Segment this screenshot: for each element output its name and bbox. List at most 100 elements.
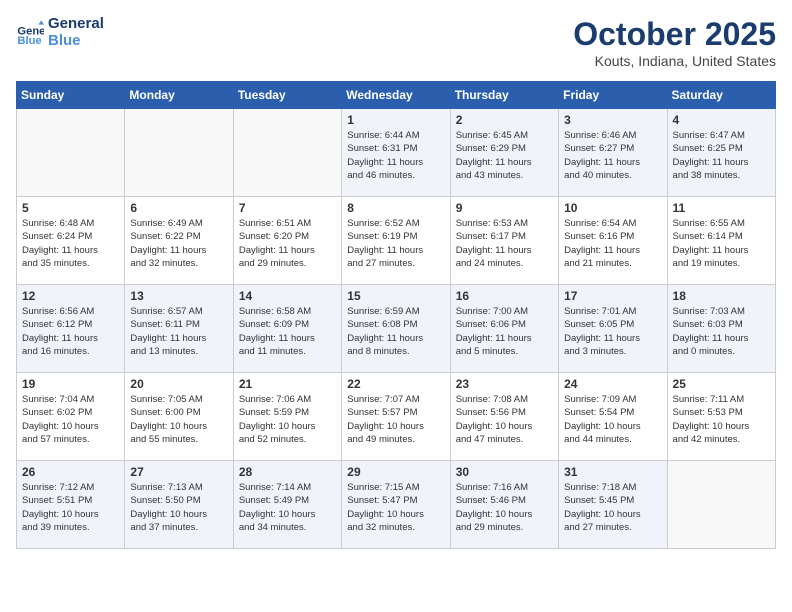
day-info: Sunrise: 7:09 AMSunset: 5:54 PMDaylight:…	[564, 393, 661, 446]
day-number: 26	[22, 465, 119, 479]
day-number: 7	[239, 201, 336, 215]
day-number: 19	[22, 377, 119, 391]
calendar-cell: 30 Sunrise: 7:16 AMSunset: 5:46 PMDayligh…	[450, 461, 558, 549]
calendar-cell: 1 Sunrise: 6:44 AMSunset: 6:31 PMDaylight…	[342, 109, 450, 197]
calendar-cell: 27Sunrise: 7:13 AMSunset: 5:50 PMDayligh…	[125, 461, 233, 549]
page-header: General Blue General Blue October 2025 K…	[16, 16, 776, 69]
day-info: Sunrise: 7:06 AMSunset: 5:59 PMDaylight:…	[239, 393, 336, 446]
logo-blue: Blue	[48, 33, 104, 50]
day-info: Sunrise: 6:59 AMSunset: 6:08 PMDaylight:…	[347, 305, 444, 358]
calendar-cell: 2 Sunrise: 6:45 AMSunset: 6:29 PMDaylight…	[450, 109, 558, 197]
calendar-cell: 17 Sunrise: 7:01 AMSunset: 6:05 PMDayligh…	[559, 285, 667, 373]
day-number: 27	[130, 465, 227, 479]
weekday-header-wednesday: Wednesday	[342, 82, 450, 109]
day-number: 9	[456, 201, 553, 215]
day-info: Sunrise: 7:03 AMSunset: 6:03 PMDaylight:…	[673, 305, 770, 358]
day-info: Sunrise: 6:48 AMSunset: 6:24 PMDaylight:…	[22, 217, 119, 270]
logo-icon: General Blue	[16, 19, 44, 47]
day-info: Sunrise: 6:51 AMSunset: 6:20 PMDaylight:…	[239, 217, 336, 270]
calendar-cell: 11Sunrise: 6:55 AMSunset: 6:14 PMDayligh…	[667, 197, 775, 285]
calendar-week-2: 5Sunrise: 6:48 AMSunset: 6:24 PMDaylight…	[17, 197, 776, 285]
day-info: Sunrise: 7:11 AMSunset: 5:53 PMDaylight:…	[673, 393, 770, 446]
day-info: Sunrise: 7:08 AMSunset: 5:56 PMDaylight:…	[456, 393, 553, 446]
day-number: 21	[239, 377, 336, 391]
day-number: 16	[456, 289, 553, 303]
day-number: 22	[347, 377, 444, 391]
day-info: Sunrise: 7:01 AMSunset: 6:05 PMDaylight:…	[564, 305, 661, 358]
day-number: 3	[564, 113, 661, 127]
title-block: October 2025 Kouts, Indiana, United Stat…	[573, 16, 776, 69]
day-number: 20	[130, 377, 227, 391]
calendar-week-5: 26 Sunrise: 7:12 AMSunset: 5:51 PMDayligh…	[17, 461, 776, 549]
calendar-cell	[125, 109, 233, 197]
calendar-cell: 13 Sunrise: 6:57 AMSunset: 6:11 PMDayligh…	[125, 285, 233, 373]
day-number: 31	[564, 465, 661, 479]
day-info: Sunrise: 7:14 AMSunset: 5:49 PMDaylight:…	[239, 481, 336, 534]
day-number: 2	[456, 113, 553, 127]
calendar-cell: 25 Sunrise: 7:11 AMSunset: 5:53 PMDayligh…	[667, 373, 775, 461]
logo: General Blue General Blue	[16, 16, 104, 49]
calendar-cell: 20Sunrise: 7:05 AMSunset: 6:00 PMDayligh…	[125, 373, 233, 461]
calendar-cell: 8 Sunrise: 6:52 AMSunset: 6:19 PMDaylight…	[342, 197, 450, 285]
day-number: 18	[673, 289, 770, 303]
day-number: 4	[673, 113, 770, 127]
day-number: 8	[347, 201, 444, 215]
day-info: Sunrise: 7:15 AMSunset: 5:47 PMDaylight:…	[347, 481, 444, 534]
calendar-cell: 19 Sunrise: 7:04 AMSunset: 6:02 PMDayligh…	[17, 373, 125, 461]
weekday-header-tuesday: Tuesday	[233, 82, 341, 109]
calendar-cell: 5Sunrise: 6:48 AMSunset: 6:24 PMDaylight…	[17, 197, 125, 285]
calendar-cell: 31 Sunrise: 7:18 AMSunset: 5:45 PMDayligh…	[559, 461, 667, 549]
calendar-cell: 16 Sunrise: 7:00 AMSunset: 6:06 PMDayligh…	[450, 285, 558, 373]
day-number: 23	[456, 377, 553, 391]
weekday-header-friday: Friday	[559, 82, 667, 109]
calendar-cell: 22 Sunrise: 7:07 AMSunset: 5:57 PMDayligh…	[342, 373, 450, 461]
calendar-cell: 12 Sunrise: 6:56 AMSunset: 6:12 PMDayligh…	[17, 285, 125, 373]
day-info: Sunrise: 7:04 AMSunset: 6:02 PMDaylight:…	[22, 393, 119, 446]
calendar-week-4: 19 Sunrise: 7:04 AMSunset: 6:02 PMDayligh…	[17, 373, 776, 461]
calendar-table: SundayMondayTuesdayWednesdayThursdayFrid…	[16, 81, 776, 549]
day-info: Sunrise: 7:07 AMSunset: 5:57 PMDaylight:…	[347, 393, 444, 446]
day-info: Sunrise: 7:16 AMSunset: 5:46 PMDaylight:…	[456, 481, 553, 534]
calendar-cell: 18 Sunrise: 7:03 AMSunset: 6:03 PMDayligh…	[667, 285, 775, 373]
day-info: Sunrise: 6:45 AMSunset: 6:29 PMDaylight:…	[456, 129, 553, 182]
day-info: Sunrise: 7:12 AMSunset: 5:51 PMDaylight:…	[22, 481, 119, 534]
day-number: 12	[22, 289, 119, 303]
calendar-cell: 23 Sunrise: 7:08 AMSunset: 5:56 PMDayligh…	[450, 373, 558, 461]
calendar-cell: 15Sunrise: 6:59 AMSunset: 6:08 PMDayligh…	[342, 285, 450, 373]
day-info: Sunrise: 6:58 AMSunset: 6:09 PMDaylight:…	[239, 305, 336, 358]
calendar-cell: 4 Sunrise: 6:47 AMSunset: 6:25 PMDaylight…	[667, 109, 775, 197]
weekday-header-saturday: Saturday	[667, 82, 775, 109]
day-info: Sunrise: 6:47 AMSunset: 6:25 PMDaylight:…	[673, 129, 770, 182]
day-info: Sunrise: 6:56 AMSunset: 6:12 PMDaylight:…	[22, 305, 119, 358]
calendar-cell	[233, 109, 341, 197]
calendar-cell: 10Sunrise: 6:54 AMSunset: 6:16 PMDayligh…	[559, 197, 667, 285]
day-info: Sunrise: 6:52 AMSunset: 6:19 PMDaylight:…	[347, 217, 444, 270]
day-number: 11	[673, 201, 770, 215]
day-number: 6	[130, 201, 227, 215]
day-number: 14	[239, 289, 336, 303]
calendar-cell: 26 Sunrise: 7:12 AMSunset: 5:51 PMDayligh…	[17, 461, 125, 549]
day-info: Sunrise: 6:57 AMSunset: 6:11 PMDaylight:…	[130, 305, 227, 358]
day-number: 1	[347, 113, 444, 127]
day-info: Sunrise: 7:00 AMSunset: 6:06 PMDaylight:…	[456, 305, 553, 358]
svg-text:Blue: Blue	[17, 35, 41, 47]
calendar-cell: 14 Sunrise: 6:58 AMSunset: 6:09 PMDayligh…	[233, 285, 341, 373]
day-number: 13	[130, 289, 227, 303]
calendar-cell	[17, 109, 125, 197]
calendar-cell	[667, 461, 775, 549]
day-info: Sunrise: 7:18 AMSunset: 5:45 PMDaylight:…	[564, 481, 661, 534]
weekday-header-monday: Monday	[125, 82, 233, 109]
day-number: 17	[564, 289, 661, 303]
calendar-week-1: 1 Sunrise: 6:44 AMSunset: 6:31 PMDaylight…	[17, 109, 776, 197]
weekday-header-sunday: Sunday	[17, 82, 125, 109]
day-number: 10	[564, 201, 661, 215]
calendar-cell: 9Sunrise: 6:53 AMSunset: 6:17 PMDaylight…	[450, 197, 558, 285]
location: Kouts, Indiana, United States	[573, 53, 776, 69]
calendar-week-3: 12 Sunrise: 6:56 AMSunset: 6:12 PMDayligh…	[17, 285, 776, 373]
day-number: 25	[673, 377, 770, 391]
day-number: 30	[456, 465, 553, 479]
calendar-cell: 29Sunrise: 7:15 AMSunset: 5:47 PMDayligh…	[342, 461, 450, 549]
day-info: Sunrise: 6:44 AMSunset: 6:31 PMDaylight:…	[347, 129, 444, 182]
day-number: 24	[564, 377, 661, 391]
calendar-cell: 28Sunrise: 7:14 AMSunset: 5:49 PMDayligh…	[233, 461, 341, 549]
